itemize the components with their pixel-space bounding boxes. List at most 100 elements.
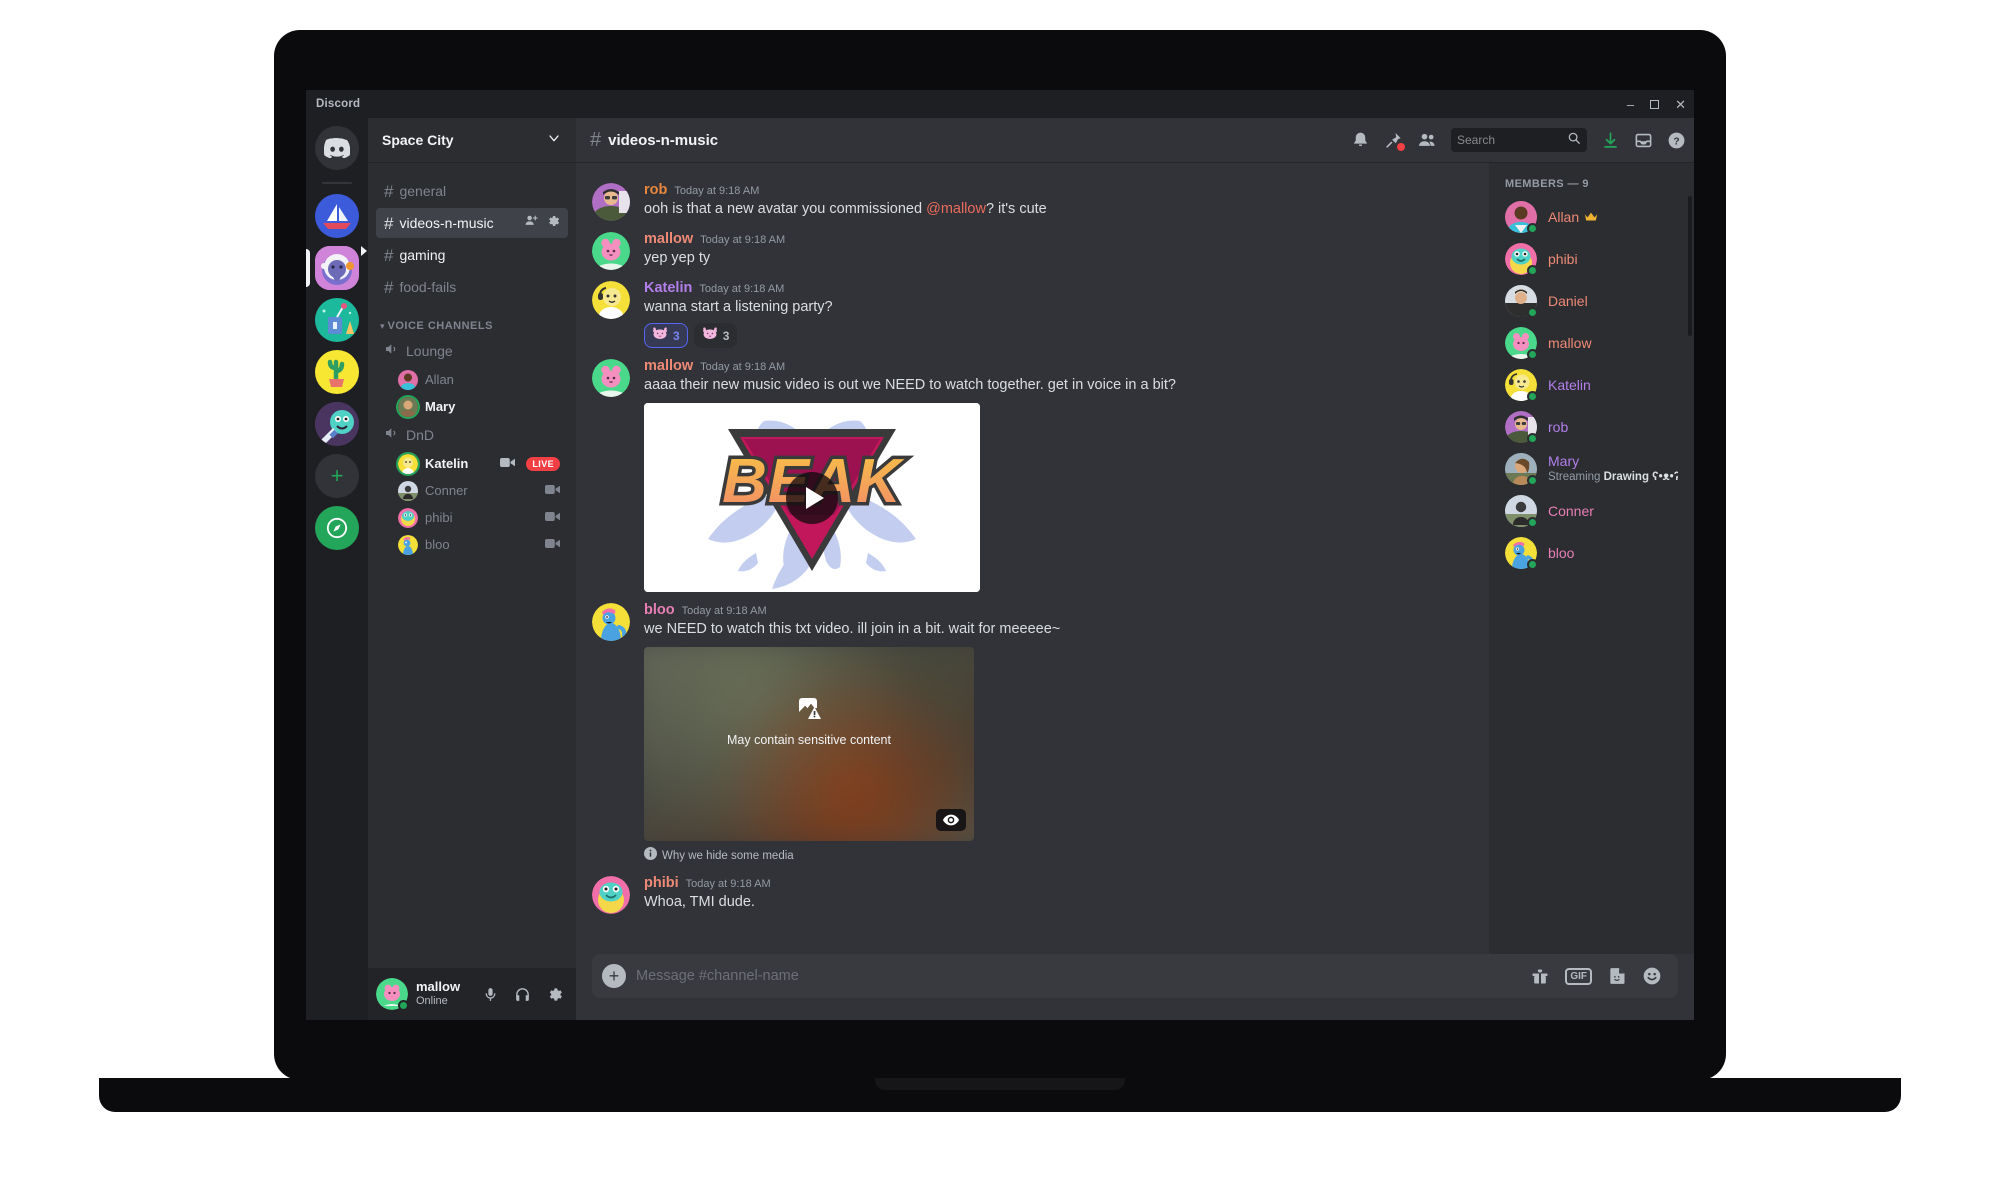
attach-plus-button[interactable]: + xyxy=(602,964,626,988)
emoji-icon[interactable] xyxy=(1642,966,1662,986)
message-author[interactable]: mallow xyxy=(644,358,693,374)
minimize-button[interactable]: – xyxy=(1627,98,1634,111)
mention-chip[interactable]: @mallow xyxy=(926,201,986,217)
channel-food-fails[interactable]: # food-fails xyxy=(376,272,568,302)
settings-gear-icon[interactable] xyxy=(540,980,568,1008)
voice-member-phibi[interactable]: phibi xyxy=(376,504,568,531)
message-input[interactable]: Message #channel-name xyxy=(636,968,1520,984)
gif-icon[interactable]: GIF xyxy=(1565,967,1592,985)
server-icon-space-city[interactable] xyxy=(315,246,359,290)
close-button[interactable]: ✕ xyxy=(1675,98,1686,111)
user-panel: mallow Online xyxy=(368,968,576,1020)
server-slot-explore[interactable] xyxy=(306,506,368,550)
voice-member-katelin[interactable]: Katelin LIVE xyxy=(376,450,568,477)
message-composer[interactable]: + Message #channel-name GIF xyxy=(592,954,1678,998)
member-row[interactable]: bloo xyxy=(1497,532,1686,574)
member-row[interactable]: mallow xyxy=(1497,322,1686,364)
reaction-chip[interactable]: 3 xyxy=(644,323,688,348)
voice-member-allan[interactable]: Allan xyxy=(376,366,568,393)
message-list[interactable]: rob Today at 9:18 AM ooh is that a new a… xyxy=(576,162,1489,954)
member-row[interactable]: Mary Streaming Drawing ʕ•ᴥ•ʔ xyxy=(1497,448,1686,490)
message-text: Whoa, TMI dude. xyxy=(644,894,755,910)
microphone-icon[interactable] xyxy=(476,980,504,1008)
server-icon-art[interactable] xyxy=(315,298,359,342)
member-row[interactable]: rob xyxy=(1497,406,1686,448)
voice-channels-section-header[interactable]: ▾ Voice Channels xyxy=(376,304,568,336)
why-we-hide-media-link[interactable]: Why we hide some media xyxy=(644,847,1465,865)
avatar[interactable] xyxy=(592,232,630,270)
channel-sidebar: Space City # general # videos-n-music # … xyxy=(368,118,576,1020)
channel-general[interactable]: # general xyxy=(376,176,568,206)
member-row[interactable]: phibi xyxy=(1497,238,1686,280)
channel-settings-gear-icon[interactable] xyxy=(546,214,560,233)
avatar-wrap xyxy=(1505,537,1538,570)
members-scrollbar[interactable] xyxy=(1688,196,1692,336)
discord-home-icon[interactable] xyxy=(315,126,359,170)
server-slot-cactus[interactable] xyxy=(306,350,368,394)
status-dot-online xyxy=(1527,307,1538,318)
video-camera-icon xyxy=(545,509,560,527)
headphones-icon[interactable] xyxy=(508,980,536,1008)
message-timestamp: Today at 9:18 AM xyxy=(700,361,786,373)
sensitive-image-warning-icon xyxy=(796,695,822,726)
message-timestamp: Today at 9:18 AM xyxy=(685,878,771,890)
avatar[interactable] xyxy=(592,603,630,641)
member-row[interactable]: Katelin xyxy=(1497,364,1686,406)
download-icon[interactable] xyxy=(1601,131,1620,150)
voice-member-bloo[interactable]: bloo xyxy=(376,531,568,558)
inbox-icon[interactable] xyxy=(1634,131,1653,150)
notifications-bell-icon[interactable] xyxy=(1351,131,1370,150)
channel-videos-n-music[interactable]: # videos-n-music xyxy=(376,208,568,238)
voice-member-conner[interactable]: Conner xyxy=(376,477,568,504)
chevron-down-icon[interactable] xyxy=(546,130,562,151)
server-icon-cactus[interactable] xyxy=(315,350,359,394)
avatar[interactable] xyxy=(592,281,630,319)
server-icon-sailboat[interactable] xyxy=(315,194,359,238)
play-button[interactable] xyxy=(786,471,838,524)
avatar[interactable] xyxy=(592,183,630,221)
message: mallow Today at 9:18 AM yep yep ty xyxy=(592,223,1465,272)
server-slot-space-city[interactable] xyxy=(306,246,368,290)
search-placeholder: Search xyxy=(1457,133,1496,147)
help-icon[interactable]: ? xyxy=(1667,131,1686,150)
channel-list: # general # videos-n-music # gaming # fo… xyxy=(368,162,576,968)
create-invite-icon[interactable] xyxy=(524,213,539,233)
server-slot-art[interactable] xyxy=(306,298,368,342)
message-author[interactable]: mallow xyxy=(644,231,693,247)
channel-gaming[interactable]: # gaming xyxy=(376,240,568,270)
maximize-button[interactable] xyxy=(1650,99,1660,109)
voice-member-mary[interactable]: Mary xyxy=(376,393,568,420)
server-header-dropdown[interactable]: Space City xyxy=(368,118,576,162)
message-author[interactable]: bloo xyxy=(644,602,675,618)
server-slot-monster[interactable] xyxy=(306,402,368,446)
search-input[interactable]: Search xyxy=(1451,128,1587,152)
member-row[interactable]: Daniel xyxy=(1497,280,1686,322)
member-row[interactable]: Conner xyxy=(1497,490,1686,532)
message-author[interactable]: rob xyxy=(644,182,667,198)
message-header: bloo Today at 9:18 AM xyxy=(644,602,1465,618)
video-embed[interactable]: BEAK BEAK xyxy=(644,403,980,592)
voice-channel-lounge[interactable]: Lounge xyxy=(376,336,568,366)
server-slot-sailboat[interactable] xyxy=(306,194,368,238)
message-author[interactable]: phibi xyxy=(644,875,679,891)
reveal-media-eye-icon[interactable] xyxy=(936,809,966,831)
server-slot-add[interactable]: + xyxy=(306,454,368,498)
avatar[interactable] xyxy=(592,876,630,914)
sensitive-media-embed[interactable]: May contain sensitive content xyxy=(644,647,974,841)
server-icon-monster[interactable] xyxy=(315,402,359,446)
sticker-icon[interactable] xyxy=(1607,966,1627,986)
explore-servers-icon[interactable] xyxy=(315,506,359,550)
member-row[interactable]: Allan xyxy=(1497,196,1686,238)
server-slot-home[interactable] xyxy=(306,126,368,170)
member-list-icon[interactable] xyxy=(1417,130,1437,150)
user-avatar-wrap[interactable] xyxy=(376,978,409,1011)
message-timestamp: Today at 9:18 AM xyxy=(699,283,785,295)
gift-icon[interactable] xyxy=(1530,966,1550,986)
message-author[interactable]: Katelin xyxy=(644,280,692,296)
server-name: Space City xyxy=(382,132,454,148)
avatar[interactable] xyxy=(592,359,630,397)
voice-channel-dnd[interactable]: DnD xyxy=(376,420,568,450)
reaction-chip[interactable]: 3 xyxy=(693,323,738,348)
add-server-button[interactable]: + xyxy=(315,454,359,498)
pinned-messages-icon[interactable] xyxy=(1384,131,1405,151)
